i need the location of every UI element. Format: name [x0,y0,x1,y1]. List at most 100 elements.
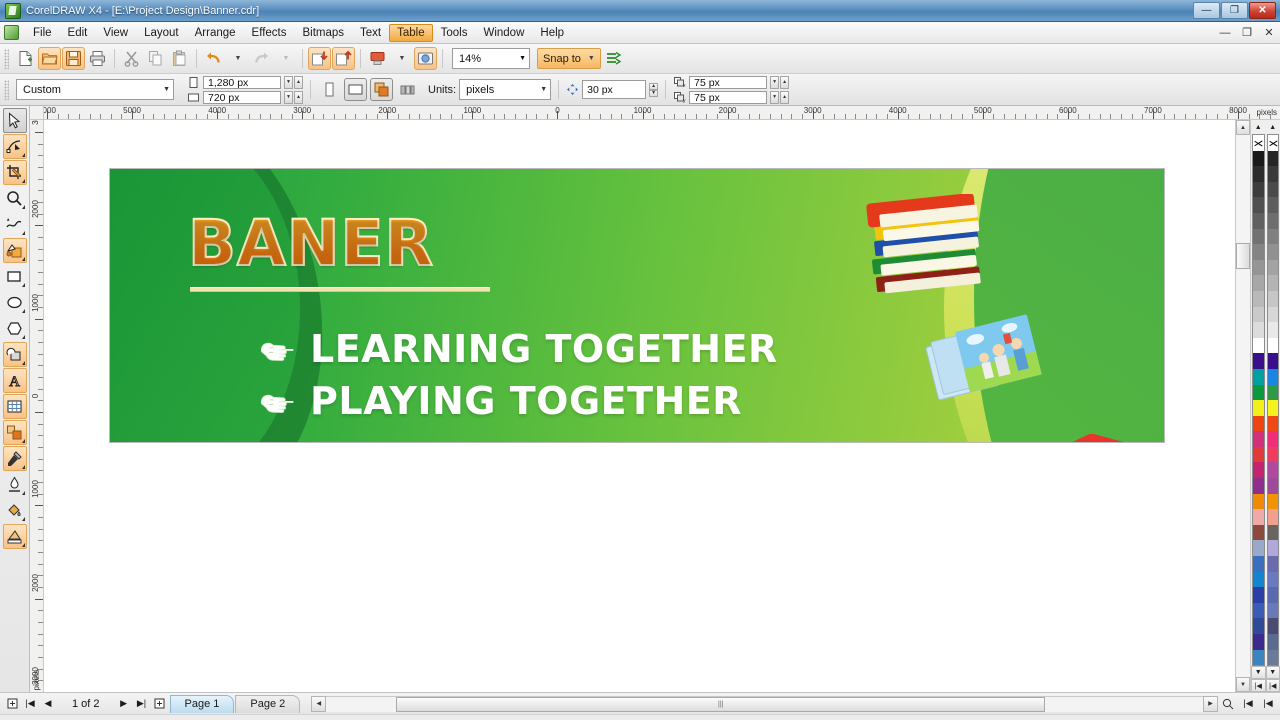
spinner-down[interactable]: ▼ [284,75,293,89]
units-combo[interactable]: pixels ▼ [459,79,552,100]
color-swatch[interactable] [1267,571,1278,588]
color-swatch[interactable] [1267,384,1278,401]
flyout-arrow-icon[interactable] [21,491,25,495]
cut-button[interactable] [120,47,143,70]
blend-tool[interactable] [2,420,27,445]
color-swatch[interactable] [1267,493,1278,510]
color-swatch[interactable] [1253,509,1264,525]
color-swatch[interactable] [1267,400,1278,416]
undo-button[interactable] [202,47,225,70]
drawing-canvas[interactable]: BANER LEARNING TOGETHER PLAYING TOGETHER [44,120,1235,692]
color-swatch[interactable] [1253,649,1264,666]
application-launcher-dropdown[interactable]: ▼ [390,47,413,70]
flyout-arrow-icon[interactable] [21,335,25,339]
color-swatch[interactable] [1267,337,1278,354]
duplicate-y-field[interactable]: 75 px [689,90,768,104]
undo-dropdown[interactable]: ▼ [226,47,249,70]
paper-type-combo[interactable]: Custom ▼ [16,79,174,100]
zoom-status-icon[interactable] [1220,696,1236,712]
no-color-swatch[interactable] [1253,135,1264,151]
smart-fill-tool[interactable] [2,238,27,263]
redo-dropdown[interactable]: ▼ [274,47,297,70]
document-icon[interactable] [4,25,19,40]
rectangle-tool[interactable] [3,264,27,289]
spinner-down[interactable]: ▼ [770,90,780,104]
prev-page-button[interactable]: ◀ [40,696,56,712]
duplicate-x-spinner[interactable]: ▼ ▲ [770,75,790,89]
spinner-down[interactable]: ▼ [649,89,659,97]
color-swatch[interactable] [1267,634,1278,650]
color-swatch[interactable] [1267,353,1278,369]
color-swatch[interactable] [1253,353,1264,369]
color-swatch[interactable] [1267,556,1278,572]
application-launcher-button[interactable] [366,47,389,70]
spinner-up[interactable]: ▲ [780,75,790,89]
nav-right-icon[interactable]: |◀ [1260,696,1276,712]
menu-bitmaps[interactable]: Bitmaps [294,24,352,42]
spinner-down[interactable]: ▼ [770,75,780,89]
color-swatch[interactable] [1253,462,1264,479]
flyout-arrow-icon[interactable] [21,153,25,157]
color-swatch[interactable] [1267,446,1278,463]
color-swatch[interactable] [1253,602,1264,619]
table-tool[interactable] [2,394,27,419]
horizontal-scroll-thumb[interactable]: ||| [396,696,1046,712]
chevron-down-icon[interactable]: ▼ [163,86,170,93]
property-bar-grip[interactable] [4,79,9,100]
flyout-arrow-icon[interactable] [21,465,25,469]
color-swatch[interactable] [1253,290,1264,307]
color-swatch[interactable] [1253,384,1264,401]
open-document-button[interactable] [38,47,61,70]
color-swatch[interactable] [1253,337,1264,354]
color-swatch[interactable] [1267,244,1278,260]
color-swatch[interactable] [1253,618,1264,634]
chevron-down-icon[interactable]: ▼ [540,86,547,93]
spinner-up[interactable]: ▲ [649,82,659,90]
color-swatch[interactable] [1267,368,1278,385]
color-swatch[interactable] [1253,322,1264,338]
horizontal-scrollbar[interactable]: ◀ ||| ▶ [311,695,1218,713]
snap-to-button[interactable]: Snap to ▼ [537,48,601,69]
flyout-arrow-icon[interactable] [21,205,25,209]
menu-window[interactable]: Window [475,24,532,42]
palette-scroll-start-button-2[interactable]: |◀ [1265,679,1280,692]
color-swatch[interactable] [1253,634,1264,650]
page-tab-2[interactable]: Page 2 [235,694,301,713]
flyout-arrow-icon[interactable] [21,543,25,547]
flyout-arrow-icon[interactable] [21,179,25,183]
scroll-down-button[interactable]: ▼ [1236,677,1250,692]
color-swatch[interactable] [1267,290,1278,307]
color-swatch[interactable] [1253,524,1264,541]
color-swatch[interactable] [1253,478,1264,494]
ruler-origin-corner[interactable] [30,106,44,120]
color-swatch[interactable] [1267,478,1278,494]
palette-scroll-up-left[interactable]: ▲ [1251,120,1266,134]
color-swatch[interactable] [1253,431,1264,447]
color-swatch[interactable] [1267,509,1278,525]
vertical-ruler[interactable]: 3000200010000100020003000pixels [30,120,44,692]
last-page-button[interactable]: ▶| [134,696,150,712]
pick-tool[interactable] [2,108,27,133]
vertical-scrollbar[interactable]: ▲ ▼ [1235,120,1250,692]
export-button[interactable] [332,47,355,70]
chevron-down-icon[interactable]: ▼ [588,55,595,62]
color-swatch[interactable] [1253,415,1264,432]
document-minimize-button[interactable]: — [1218,27,1232,39]
color-swatch[interactable] [1253,493,1264,510]
current-page-button[interactable] [396,78,419,101]
zoom-tool[interactable] [3,186,27,211]
color-swatch[interactable] [1253,150,1264,167]
text-tool[interactable]: A [2,368,27,393]
next-page-button[interactable]: ▶ [116,696,132,712]
page-height-field[interactable]: 720 px [203,90,281,104]
color-swatch[interactable] [1253,181,1264,198]
color-swatch[interactable] [1253,244,1264,260]
menu-file[interactable]: File [25,24,60,42]
color-swatch[interactable] [1267,181,1278,198]
zoom-level-combo[interactable]: 14% ▼ [452,48,530,69]
eyedropper-tool[interactable] [2,446,27,471]
nav-left-icon[interactable]: |◀ [1240,696,1256,712]
minimize-button[interactable]: — [1193,2,1220,19]
duplicate-y-spinner[interactable]: ▼ ▲ [770,90,790,104]
color-swatch[interactable] [1253,400,1264,416]
